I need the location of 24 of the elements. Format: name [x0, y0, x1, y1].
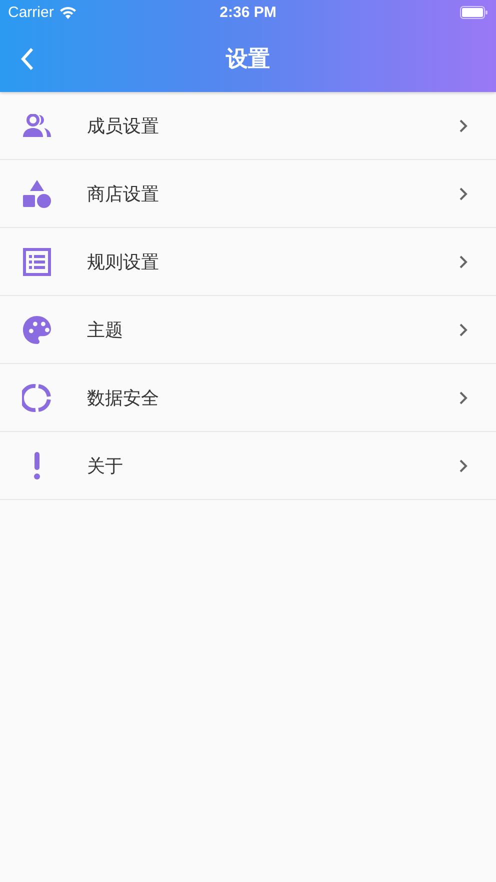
- palette-icon: [22, 314, 52, 344]
- chevron-icon: [459, 254, 468, 268]
- chevron-icon: [459, 186, 468, 200]
- wifi-icon: [58, 6, 77, 19]
- exclamation-icon: [33, 452, 41, 480]
- battery-icon: [460, 6, 488, 19]
- carrier-label: Carrier: [8, 4, 54, 21]
- row-label: 商店设置: [87, 182, 160, 206]
- chevron-icon: [459, 322, 468, 336]
- page-title: 设置: [226, 44, 270, 72]
- people-icon: [22, 114, 52, 138]
- row-label: 主题: [87, 318, 124, 342]
- chevron-icon: [459, 458, 468, 472]
- time-label: 2:36 PM: [220, 4, 276, 21]
- list-icon: [23, 248, 51, 276]
- chevron-icon: [459, 118, 468, 132]
- shapes-icon: [22, 178, 52, 208]
- row-label: 规则设置: [87, 250, 160, 274]
- ring-icon: [22, 382, 52, 412]
- back-icon: [20, 46, 34, 70]
- row-label: 成员设置: [87, 114, 160, 138]
- row-label: 关于: [87, 454, 124, 478]
- row-label: 数据安全: [87, 386, 160, 410]
- chevron-icon: [459, 390, 468, 404]
